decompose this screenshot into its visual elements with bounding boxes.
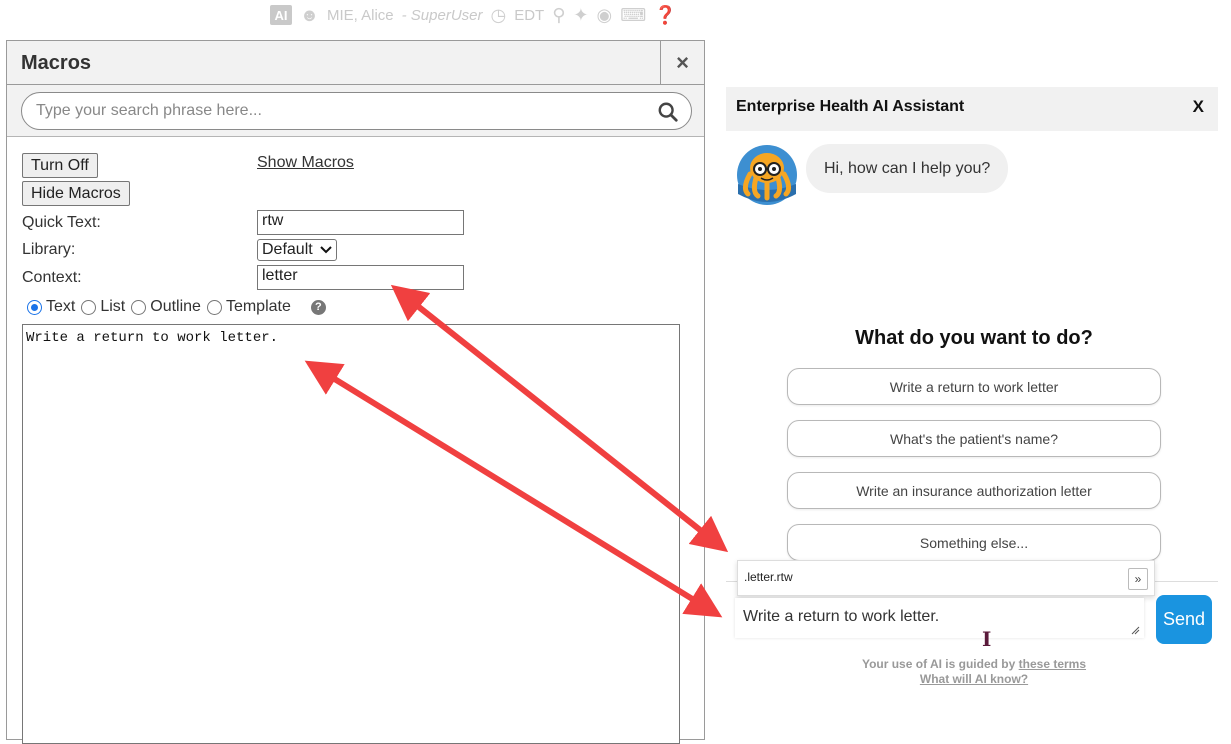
ai-know-link[interactable]: What will AI know? bbox=[920, 672, 1028, 686]
greeting-bubble: Hi, how can I help you? bbox=[806, 144, 1009, 193]
suggestion-button[interactable]: What's the patient's name? bbox=[787, 420, 1161, 457]
user-name[interactable]: MIE, Alice bbox=[327, 7, 394, 24]
resize-grip-icon[interactable] bbox=[1130, 625, 1140, 635]
library-select-value: Default bbox=[262, 241, 313, 258]
top-status-bar: AI ☻ MIE, Alice - SuperUser ◷ EDT ⚲ ✦ ◉ … bbox=[270, 0, 730, 30]
ai-assistant-header: Enterprise Health AI Assistant X bbox=[726, 87, 1218, 131]
user-icon: ☻ bbox=[300, 4, 319, 25]
help-icon[interactable]: ❓ bbox=[654, 5, 676, 26]
radio-text[interactable]: Text bbox=[27, 298, 75, 316]
disclaimer-text: Your use of AI is guided by bbox=[861, 657, 1016, 671]
suggestion-button[interactable]: Write an insurance authorization letter bbox=[787, 472, 1161, 509]
radio-template-label: Template bbox=[225, 298, 291, 315]
macros-title: Macros bbox=[21, 52, 92, 74]
quick-text-input[interactable]: rtw bbox=[257, 210, 464, 235]
user-role: - SuperUser bbox=[401, 6, 483, 24]
radio-outline-label: Outline bbox=[150, 298, 201, 315]
close-icon[interactable]: X bbox=[1193, 97, 1204, 117]
help-icon[interactable]: ? bbox=[310, 299, 326, 315]
wand-icon[interactable]: ✦ bbox=[573, 5, 588, 26]
ai-disclaimer: Your use of AI is guided by these terms … bbox=[726, 657, 1222, 687]
clock-icon: ◷ bbox=[490, 4, 507, 25]
chevron-down-icon bbox=[320, 246, 332, 254]
hide-macros-button[interactable]: Hide Macros bbox=[22, 181, 130, 206]
radio-circle-icon[interactable] bbox=[131, 299, 147, 315]
macro-body-textarea[interactable]: Write a return to work letter. bbox=[22, 324, 680, 744]
quick-text-label: Quick Text: bbox=[22, 214, 101, 231]
chat-input[interactable]: Write a return to work letter. bbox=[735, 598, 1144, 638]
macro-shortcut[interactable]: .letter.rtw bbox=[744, 570, 793, 584]
context-input[interactable]: letter bbox=[257, 265, 464, 290]
search-box[interactable] bbox=[21, 92, 692, 130]
library-label: Library: bbox=[22, 241, 76, 258]
expand-icon[interactable]: » bbox=[1128, 568, 1148, 590]
timezone: EDT bbox=[514, 6, 545, 24]
search-icon[interactable]: ⚲ bbox=[552, 5, 565, 26]
close-icon[interactable]: × bbox=[660, 41, 704, 85]
context-label: Context: bbox=[22, 269, 82, 286]
send-button[interactable]: Send bbox=[1156, 595, 1212, 644]
text-cursor-icon: I bbox=[982, 627, 992, 651]
radio-template[interactable]: Template bbox=[206, 298, 291, 316]
macro-type-radios: Text List Outline Template ? bbox=[27, 298, 326, 316]
radio-circle-icon[interactable] bbox=[81, 299, 97, 315]
radio-list[interactable]: List bbox=[81, 298, 125, 316]
radio-outline[interactable]: Outline bbox=[131, 298, 201, 316]
octopus-avatar-icon bbox=[737, 145, 797, 205]
terms-link[interactable]: these terms bbox=[1019, 657, 1086, 671]
ai-assistant-panel: Enterprise Health AI Assistant X Hi, how… bbox=[726, 87, 1218, 722]
keyboard-icon[interactable]: ⌨ bbox=[620, 5, 646, 26]
ai-badge[interactable]: AI bbox=[270, 5, 292, 25]
search-icon[interactable] bbox=[657, 101, 679, 123]
library-select[interactable]: Default bbox=[257, 239, 337, 261]
ai-assistant-title: Enterprise Health AI Assistant bbox=[736, 98, 965, 115]
prompt-title: What do you want to do? bbox=[855, 327, 1093, 349]
search-row bbox=[7, 85, 704, 137]
macro-autocomplete-popup[interactable]: .letter.rtw » bbox=[737, 560, 1155, 596]
show-macros-link[interactable]: Show Macros bbox=[257, 154, 354, 172]
macro-search-input[interactable] bbox=[34, 99, 644, 123]
suggestion-button[interactable]: Something else... bbox=[787, 524, 1161, 561]
suggestion-button[interactable]: Write a return to work letter bbox=[787, 368, 1161, 405]
globe-icon[interactable]: ◉ bbox=[597, 5, 613, 26]
radio-list-label: List bbox=[100, 298, 126, 315]
radio-selected-icon[interactable] bbox=[27, 299, 42, 315]
turn-off-button[interactable]: Turn Off bbox=[22, 153, 98, 178]
radio-text-label: Text bbox=[46, 298, 76, 315]
macros-header: Macros × bbox=[7, 41, 704, 85]
radio-circle-icon[interactable] bbox=[206, 299, 222, 315]
macros-dialog: Macros × Turn Off Show Macros Hide Macro… bbox=[6, 40, 705, 744]
